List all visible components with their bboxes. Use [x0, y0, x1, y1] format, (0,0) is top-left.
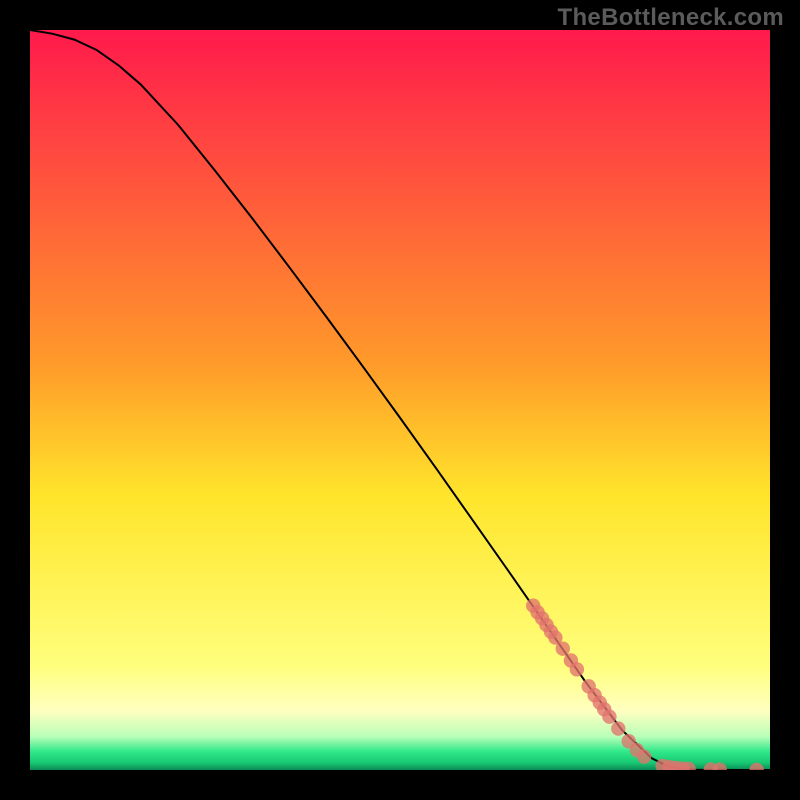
plot-area: [30, 30, 770, 770]
chart-frame: TheBottleneck.com: [0, 0, 800, 800]
watermark-text: TheBottleneck.com: [558, 4, 784, 32]
data-point: [570, 662, 584, 676]
data-point: [637, 749, 651, 763]
gradient-background: [30, 30, 770, 770]
chart-svg: [30, 30, 770, 770]
data-point: [602, 710, 616, 724]
data-point: [611, 721, 625, 735]
data-point: [556, 641, 570, 655]
